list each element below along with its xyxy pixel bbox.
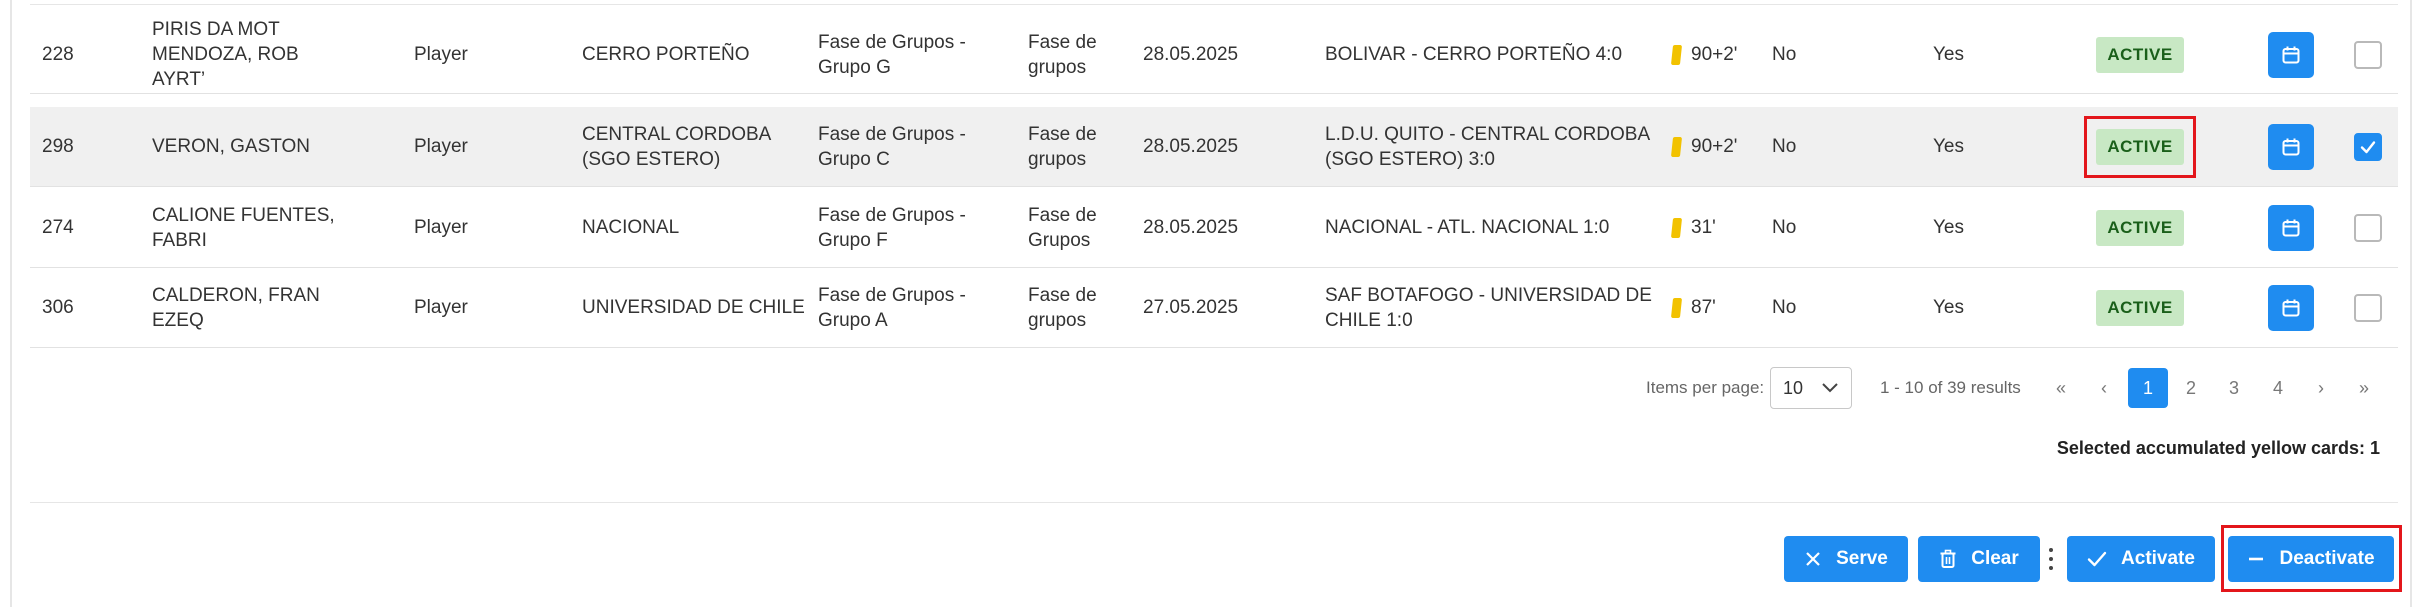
items-per-page-value: 10 [1783, 377, 1804, 398]
calendar-icon [2282, 46, 2300, 63]
yellow-card-icon [1670, 297, 1683, 318]
kebab-menu-icon[interactable] [2046, 538, 2056, 580]
cell-player-name: CALDERON, FRAN EZEQ [152, 284, 320, 331]
status-highlight-box [2084, 116, 2196, 178]
page-4-button[interactable]: 4 [2258, 368, 2298, 408]
cell-accumulated: Yes [1933, 217, 1964, 238]
cell-match: NACIONAL - ATL. NACIONAL 1:0 [1325, 217, 1610, 238]
cell-player-name: VERON, GASTON [152, 136, 311, 157]
cell-number: 306 [42, 297, 74, 318]
chevron-down-icon [1822, 383, 1838, 393]
status-badge: ACTIVE [2096, 289, 2184, 326]
cell-round: Fase de grupos [1028, 284, 1097, 331]
cell-accumulated: Yes [1933, 136, 1964, 157]
cell-accumulated: Yes [1933, 44, 1964, 65]
cell-role: Player [414, 44, 468, 65]
cell-card-minute: 90+2' [1670, 16, 1772, 93]
cell-round: Fase de grupos [1028, 123, 1097, 170]
deactivate-highlight-box [2221, 525, 2402, 592]
calendar-icon [2282, 219, 2300, 236]
yellow-card-icon [1670, 217, 1683, 238]
cell-number: 228 [42, 44, 74, 65]
cell-round: Fase de Grupos [1028, 204, 1097, 251]
cell-served: No [1772, 44, 1797, 65]
selected-yellow-cards-summary: Selected accumulated yellow cards: 1 [2056, 438, 2380, 458]
trash-icon [1940, 549, 1956, 568]
clear-button[interactable]: Clear [1918, 536, 2040, 582]
calendar-button[interactable] [2268, 204, 2314, 251]
cell-role: Player [414, 217, 468, 238]
panel-left-border [10, 0, 12, 607]
cell-phase: Fase de Grupos - Grupo G [818, 31, 966, 78]
checkmark-icon [2087, 551, 2107, 567]
cell-phase: Fase de Grupos - Grupo A [818, 284, 966, 331]
cell-card-minute: 31' [1670, 188, 1772, 267]
calendar-icon [2282, 299, 2300, 316]
serve-label: Serve [1836, 548, 1888, 569]
cell-team: NACIONAL [582, 217, 680, 238]
row-checkbox[interactable] [2354, 40, 2382, 69]
cell-phase: Fase de Grupos - Grupo F [818, 204, 966, 251]
checkmark-icon [2360, 140, 2376, 153]
cell-match: BOLIVAR - CERRO PORTEÑO 4:0 [1325, 44, 1623, 65]
table-row[interactable]: 274 CALIONE FUENTES, FABRI Player NACIONA… [30, 188, 2398, 268]
cell-number: 274 [42, 217, 74, 238]
panel-right-border [2410, 0, 2412, 607]
cell-served: No [1772, 297, 1797, 318]
cell-team: CERRO PORTEÑO [582, 44, 750, 65]
table-top-border [30, 4, 2398, 5]
row-checkbox-checked[interactable] [2354, 132, 2382, 161]
serve-button[interactable]: Serve [1784, 536, 1908, 582]
clear-label: Clear [1971, 548, 2019, 569]
cell-round: Fase de grupos [1028, 31, 1097, 78]
table-row[interactable]: 306 CALDERON, FRAN EZEQ Player UNIVERSIDA… [30, 268, 2398, 348]
cell-served: No [1772, 217, 1797, 238]
close-x-icon [1806, 552, 1820, 566]
cell-accumulated: Yes [1933, 297, 1964, 318]
cell-player-name: CALIONE FUENTES, FABRI [152, 204, 335, 251]
results-range: 1 - 10 of 39 results [1880, 378, 2021, 397]
cell-match: L.D.U. QUITO - CENTRAL CORDOBA (SGO ESTER… [1325, 123, 1651, 170]
cell-date: 28.05.2025 [1143, 44, 1239, 65]
cell-date: 27.05.2025 [1143, 297, 1239, 318]
page-2-button[interactable]: 2 [2171, 368, 2211, 408]
next-page-button[interactable]: › [2301, 368, 2341, 408]
table-row[interactable]: 228 PIRIS DA MOT MENDOZA, ROB AYRT’ Player… [30, 16, 2398, 94]
calendar-button[interactable] [2268, 284, 2314, 331]
prev-page-button[interactable]: ‹ [2084, 368, 2124, 408]
cell-served: No [1772, 136, 1797, 157]
activate-label: Activate [2121, 548, 2195, 569]
cell-role: Player [414, 136, 468, 157]
cell-card-minute: 90+2' [1670, 107, 1772, 186]
calendar-button[interactable] [2268, 31, 2314, 78]
yellow-card-icon [1670, 136, 1683, 157]
row-checkbox[interactable] [2354, 293, 2382, 322]
page-3-button[interactable]: 3 [2214, 368, 2254, 408]
yellow-card-icon [1670, 44, 1683, 65]
activate-button[interactable]: Activate [2067, 536, 2215, 582]
cell-date: 28.05.2025 [1143, 217, 1239, 238]
cell-player-name: PIRIS DA MOT MENDOZA, ROB AYRT’ [152, 19, 299, 90]
cell-match: SAF BOTAFOGO - UNIVERSIDAD DE CHILE 1:0 [1325, 284, 1652, 331]
row-checkbox[interactable] [2354, 213, 2382, 242]
status-badge: ACTIVE [2096, 209, 2184, 246]
cell-card-minute: 87' [1670, 268, 1772, 347]
calendar-button[interactable] [2268, 123, 2314, 170]
cell-team: CENTRAL CORDOBA (SGO ESTERO) [582, 123, 772, 170]
items-per-page-select[interactable]: 10 [1770, 367, 1852, 409]
cell-role: Player [414, 297, 468, 318]
cell-date: 28.05.2025 [1143, 136, 1239, 157]
cell-phase: Fase de Grupos - Grupo C [818, 123, 966, 170]
first-page-button[interactable]: « [2041, 368, 2081, 408]
table-row-selected[interactable]: 298 VERON, GASTON Player CENTRAL CORDOBA… [30, 107, 2398, 187]
last-page-button[interactable]: » [2344, 368, 2384, 408]
status-badge: ACTIVE [2096, 36, 2184, 73]
cell-number: 298 [42, 136, 74, 157]
calendar-icon [2282, 138, 2300, 155]
page-1-button[interactable]: 1 [2128, 368, 2168, 408]
items-per-page-label: Items per page: [1646, 378, 1765, 397]
footer-divider [30, 502, 2398, 503]
cell-team: UNIVERSIDAD DE CHILE [582, 297, 805, 318]
